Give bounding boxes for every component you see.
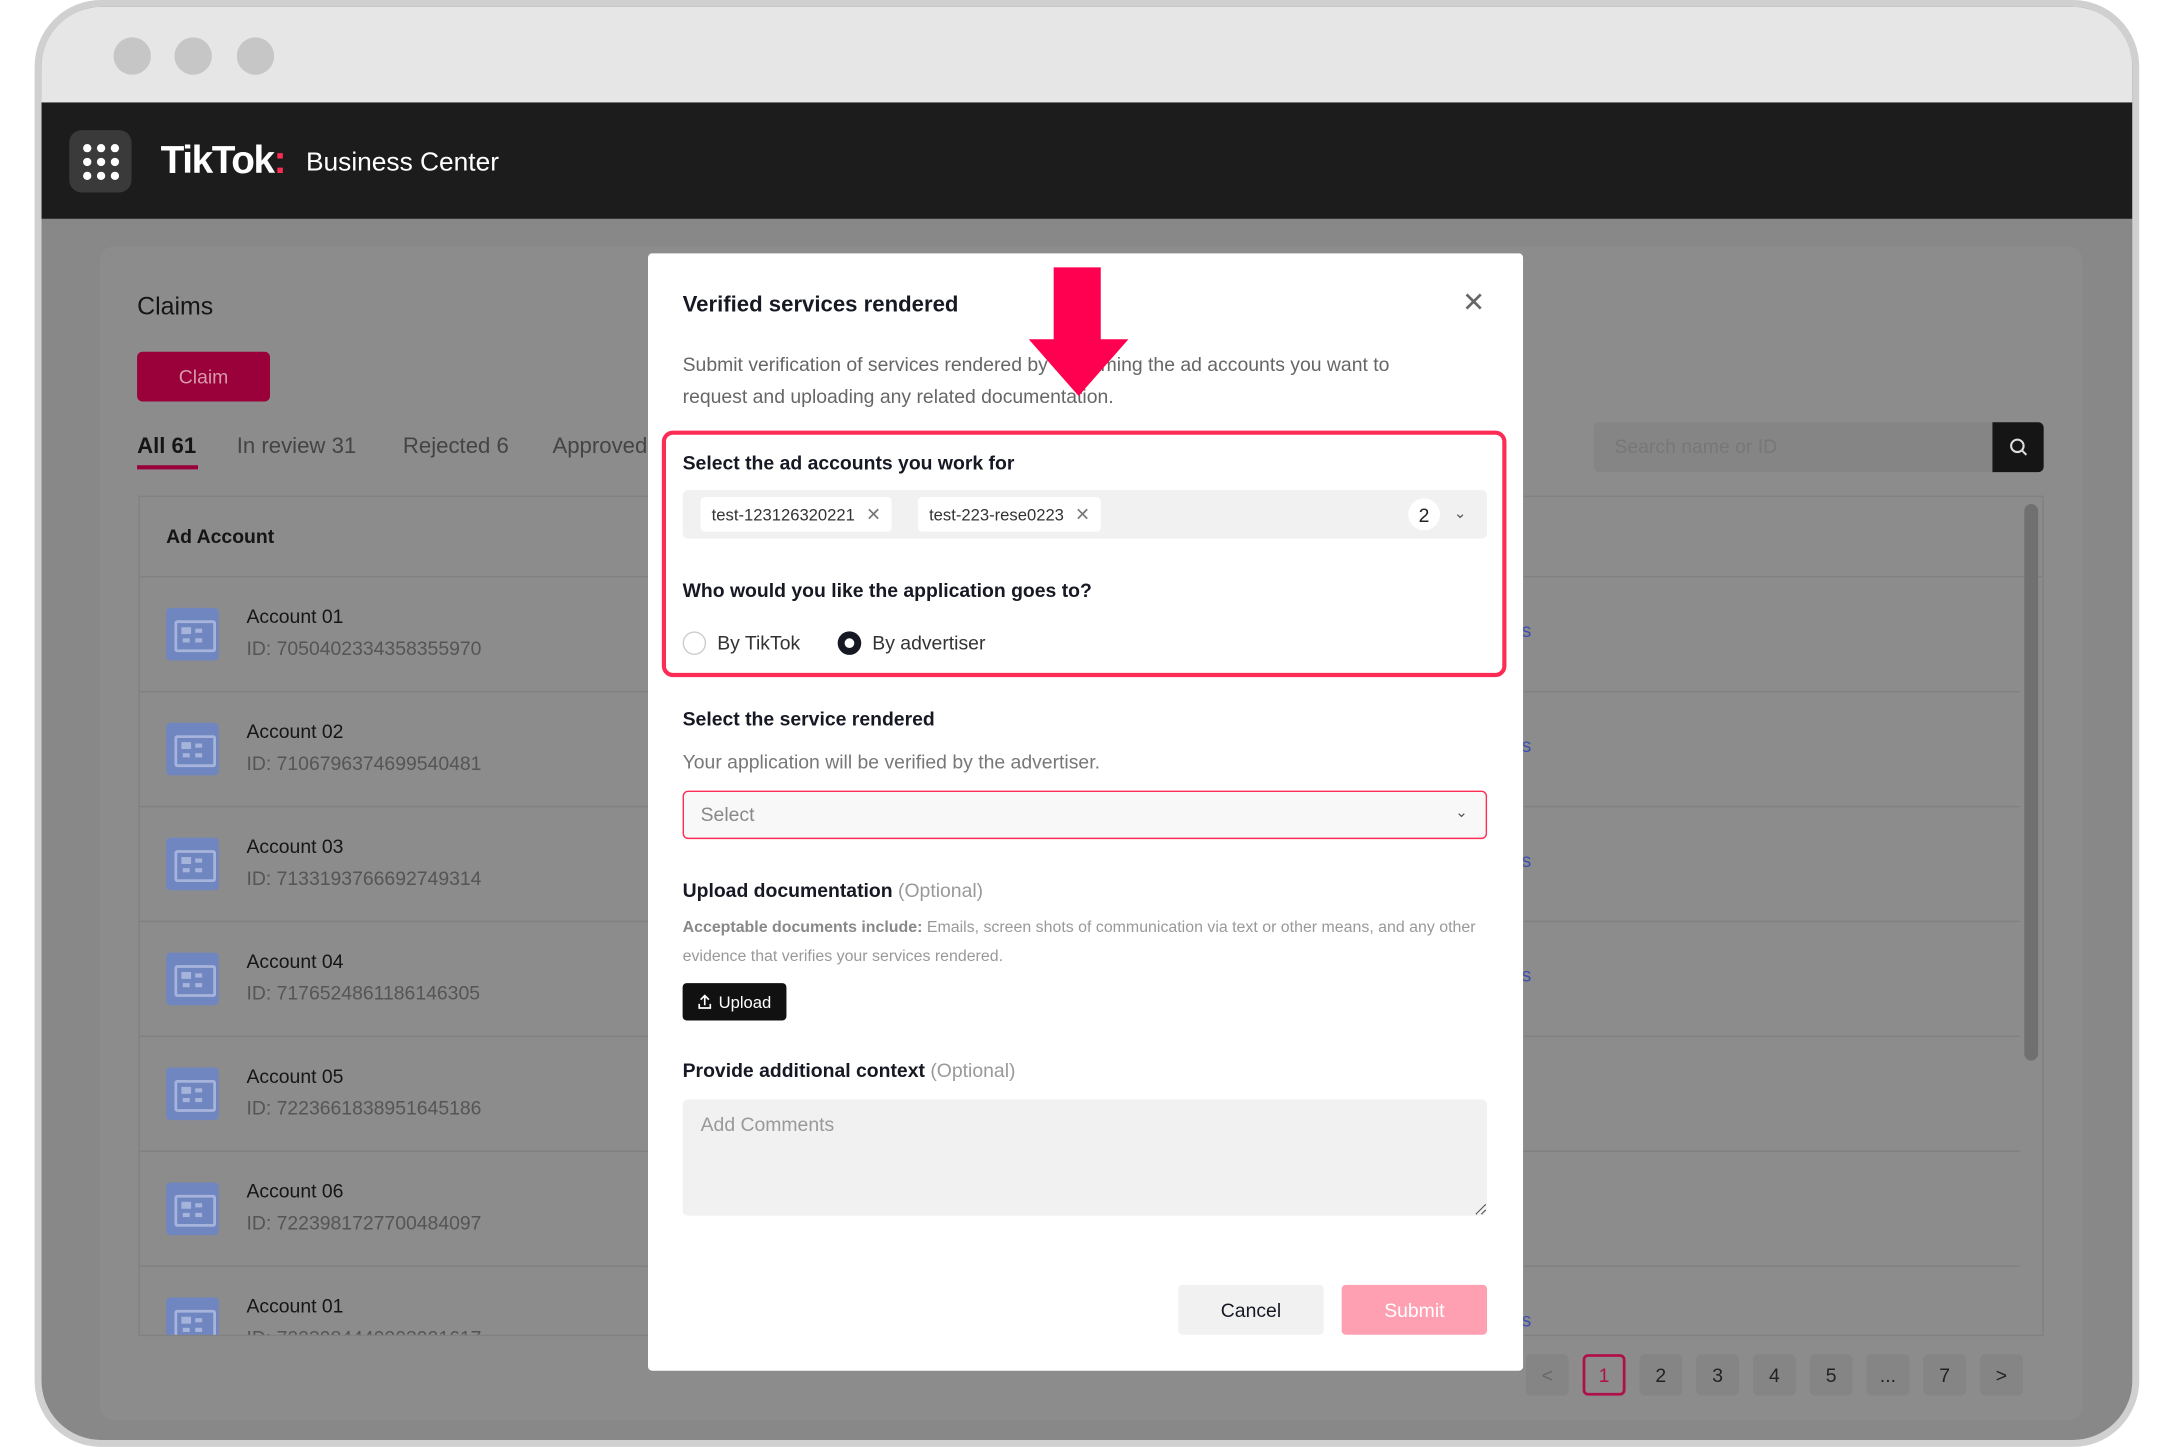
account-name: Account 01: [246, 605, 344, 628]
account-id: ID: 7050402334358355970: [246, 636, 482, 660]
service-select[interactable]: Select ⌄: [682, 790, 1488, 840]
row-action-link[interactable]: s: [1522, 1308, 1532, 1330]
page-button[interactable]: 2: [1639, 1354, 1683, 1396]
product-name: Business Center: [305, 148, 500, 178]
upload-note-bold: Acceptable documents include:: [682, 919, 923, 936]
selected-account-tag: test-123126320221 ✕: [700, 497, 893, 532]
prev-page-button[interactable]: <: [1525, 1354, 1569, 1396]
optional-tag: (Optional): [930, 1059, 1016, 1082]
account-name: Account 04: [246, 949, 344, 972]
account-id: ID: 7223661838951645186: [246, 1096, 482, 1119]
ad-account-icon: [166, 1297, 219, 1335]
tab-approved[interactable]: Approved: [552, 435, 647, 460]
page-title: Claims: [137, 292, 214, 320]
selected-account-tag: test-223-rese0223 ✕: [917, 497, 1102, 532]
verified-services-modal: Verified services rendered ✕ Submit veri…: [647, 253, 1524, 1371]
radio-label-by-tiktok[interactable]: By TikTok: [717, 631, 800, 653]
recipient-label: Who would you like the application goes …: [682, 578, 1092, 601]
tab-in-review[interactable]: In review 31: [237, 435, 356, 460]
service-label: Select the service rendered: [682, 707, 935, 730]
upload-label: Upload documentation (Optional): [683, 879, 984, 901]
radio-label-by-advertiser[interactable]: By advertiser: [872, 631, 985, 653]
ad-account-icon: [166, 837, 219, 891]
service-help-text: Your application will be verified by the…: [682, 750, 1100, 773]
minimize-window-button[interactable]: [174, 37, 212, 75]
logo-colon: :: [273, 138, 287, 182]
select-placeholder: Select: [700, 803, 755, 826]
submit-button[interactable]: Submit: [1341, 1284, 1488, 1335]
account-id: ID: 7223981727700484097: [246, 1211, 482, 1234]
account-id: ID: 7176524861186146305: [246, 981, 481, 1004]
search-input[interactable]: Search name or ID: [1593, 422, 1993, 473]
modal-title: Verified services rendered: [682, 293, 959, 318]
context-label-text: Provide additional context: [682, 1059, 925, 1082]
account-name: Account 01: [246, 1294, 344, 1317]
remove-tag-icon[interactable]: ✕: [866, 503, 881, 525]
remove-tag-icon[interactable]: ✕: [1075, 503, 1090, 525]
maximize-window-button[interactable]: [236, 37, 275, 75]
active-tab-indicator: [137, 465, 198, 470]
account-name: Account 05: [246, 1064, 344, 1087]
highlight-arrow-icon: [1028, 267, 1129, 396]
radio-by-advertiser[interactable]: [837, 631, 862, 655]
upload-note: Acceptable documents include: Emails, sc…: [683, 914, 1493, 972]
page-button[interactable]: 1: [1582, 1354, 1626, 1396]
top-nav-bar: TikTok: Business Center: [41, 102, 2133, 219]
context-label: Provide additional context (Optional): [683, 1059, 1016, 1081]
ad-account-icon: [166, 952, 219, 1006]
page-button[interactable]: 3: [1696, 1354, 1740, 1396]
upload-label-text: Upload documentation: [682, 879, 893, 902]
account-id: ID: 7133193766692749314: [246, 866, 482, 889]
upload-button-label: Upload: [718, 992, 772, 1012]
search-icon: [2009, 438, 2027, 456]
title-bar: [41, 6, 2133, 103]
grid-icon[interactable]: [69, 130, 132, 193]
upload-icon: [698, 994, 712, 1009]
tag-label: test-223-rese0223: [929, 504, 1064, 525]
chevron-down-icon: ⌄: [1455, 804, 1468, 822]
row-action-link[interactable]: s: [1522, 734, 1532, 756]
tiktok-logo[interactable]: TikTok:: [160, 138, 287, 182]
stage: TikTok: Business Center Claims Claim All…: [0, 0, 2160, 1447]
upload-button[interactable]: Upload: [682, 983, 787, 1021]
logo-text: TikTok: [160, 138, 275, 182]
tag-label: test-123126320221: [711, 504, 855, 525]
ad-account-icon: [166, 1182, 219, 1236]
row-action-link[interactable]: s: [1522, 849, 1532, 871]
close-window-button[interactable]: [113, 37, 151, 75]
account-id: ID: 7223984440203921617: [246, 1326, 481, 1334]
table-scrollbar[interactable]: [2024, 503, 2039, 1061]
page-button[interactable]: ...: [1866, 1354, 1910, 1396]
optional-tag: (Optional): [897, 879, 984, 902]
page-button[interactable]: 7: [1923, 1354, 1967, 1396]
page-button[interactable]: 4: [1752, 1354, 1796, 1396]
column-header-ad-account: Ad Account: [166, 524, 275, 547]
selected-count-badge: 2: [1408, 498, 1440, 531]
page-button[interactable]: 5: [1809, 1354, 1853, 1396]
ad-accounts-multiselect[interactable]: test-123126320221 ✕ test-223-rese0223 ✕ 2 …: [682, 490, 1488, 539]
search-button[interactable]: [1992, 422, 2044, 473]
next-page-button[interactable]: >: [1979, 1354, 2023, 1396]
comments-textarea[interactable]: [682, 1099, 1488, 1216]
ad-account-icon: [166, 722, 219, 776]
row-action-link[interactable]: s: [1522, 619, 1532, 641]
close-icon[interactable]: ✕: [1462, 289, 1485, 317]
ad-account-icon: [166, 1067, 219, 1121]
ad-account-icon: [166, 607, 219, 661]
account-name: Account 02: [246, 719, 344, 743]
radio-by-tiktok[interactable]: [682, 631, 707, 655]
tab-all[interactable]: All 61: [137, 435, 196, 460]
account-id: ID: 7106796374699540481: [246, 751, 482, 774]
accounts-label: Select the ad accounts you work for: [682, 451, 1015, 474]
account-name: Account 03: [246, 834, 344, 858]
claim-button[interactable]: Claim: [137, 351, 270, 402]
cancel-button[interactable]: Cancel: [1178, 1284, 1324, 1335]
account-name: Account 06: [246, 1179, 344, 1202]
row-action-link[interactable]: s: [1522, 964, 1532, 986]
tab-rejected[interactable]: Rejected 6: [403, 435, 509, 460]
chevron-down-icon[interactable]: ⌄: [1454, 504, 1467, 522]
